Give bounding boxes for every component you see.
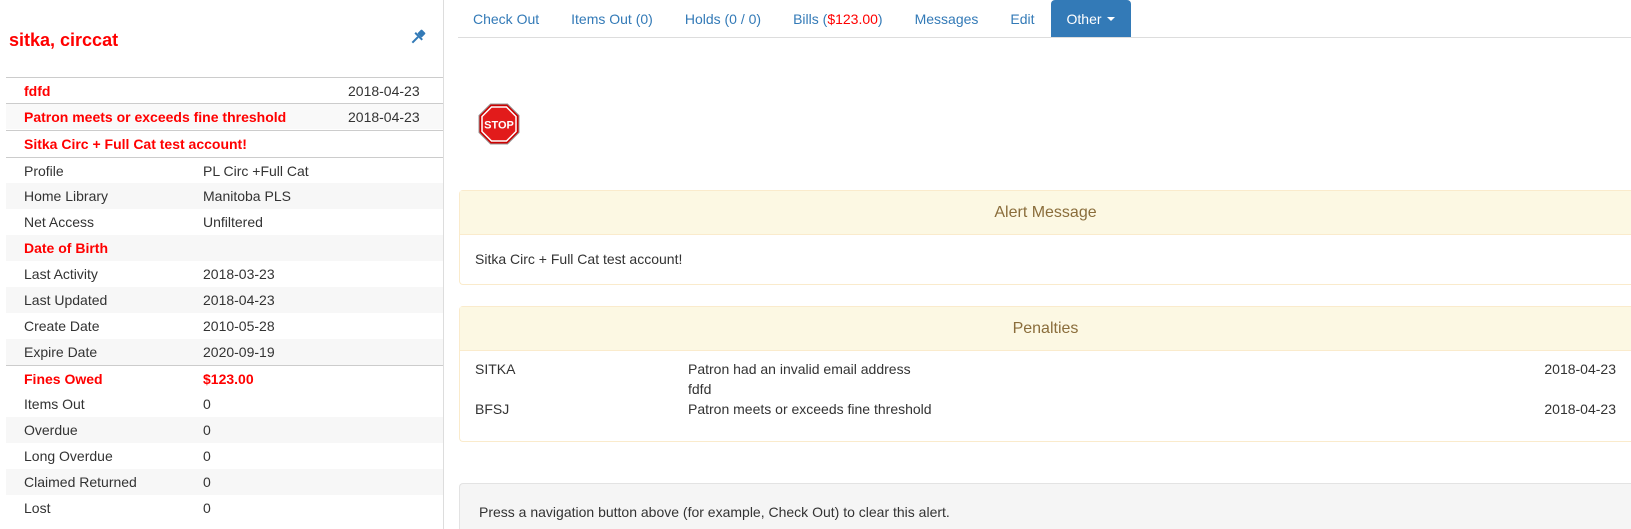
info-value: Manitoba PLS bbox=[203, 188, 291, 204]
info-label: Claimed Returned bbox=[24, 474, 137, 490]
message-label: Patron meets or exceeds fine threshold bbox=[24, 108, 287, 125]
patron-nav-tabs: Check Out Items Out (0) Holds (0 / 0) Bi… bbox=[458, 0, 1631, 38]
patron-info-table: Profile PL Circ +Full Cat Home Library M… bbox=[6, 157, 444, 521]
info-value: 2010-05-28 bbox=[203, 318, 275, 334]
alert-message-panel: Alert Message Sitka Circ + Full Cat test… bbox=[459, 190, 1631, 285]
info-value: 0 bbox=[203, 448, 211, 464]
info-value: $123.00 bbox=[203, 370, 254, 387]
penalty-note: fdfd bbox=[688, 381, 712, 397]
penalty-org: BFSJ bbox=[475, 401, 510, 417]
patron-alert-text: Sitka Circ + Full Cat test account! bbox=[6, 130, 444, 157]
message-date: 2018-04-23 bbox=[348, 82, 420, 99]
patron-page: sitka, circcat fdfd 2018-04-23 Patron me… bbox=[0, 0, 1631, 529]
message-row: Patron meets or exceeds fine threshold 2… bbox=[6, 103, 444, 129]
penalty-row: SITKA Patron had an invalid email addres… bbox=[475, 359, 1616, 379]
info-label: Lost bbox=[24, 500, 51, 516]
info-row-long-overdue: Long Overdue 0 bbox=[6, 443, 444, 469]
info-row-overdue: Overdue 0 bbox=[6, 417, 444, 443]
message-label: fdfd bbox=[24, 82, 51, 99]
patron-summary: sitka, circcat fdfd 2018-04-23 Patron me… bbox=[0, 0, 444, 529]
penalty-row: BFSJ Patron meets or exceeds fine thresh… bbox=[475, 399, 1616, 419]
other-label: Other bbox=[1066, 10, 1102, 27]
clear-alert-notice: Press a navigation button above (for exa… bbox=[459, 483, 1631, 529]
tab-holds[interactable]: Holds (0 / 0) bbox=[669, 0, 777, 37]
info-label: Last Activity bbox=[24, 266, 98, 282]
tab-edit[interactable]: Edit bbox=[994, 0, 1050, 37]
bills-amount: $123.00 bbox=[827, 10, 878, 27]
tab-check-out[interactable]: Check Out bbox=[458, 0, 555, 37]
info-value: 2020-09-19 bbox=[203, 344, 275, 360]
info-label: Last Updated bbox=[24, 292, 108, 308]
tab-bills[interactable]: Bills ($123.00) bbox=[777, 0, 899, 37]
info-label: Items Out bbox=[24, 396, 85, 412]
info-value: 0 bbox=[203, 500, 211, 516]
info-row-home-library: Home Library Manitoba PLS bbox=[6, 183, 444, 209]
message-date: 2018-04-23 bbox=[348, 108, 420, 125]
alert-message-heading: Alert Message bbox=[460, 191, 1631, 235]
pin-icon[interactable] bbox=[408, 27, 428, 47]
tab-other-dropdown[interactable]: Other bbox=[1050, 0, 1131, 37]
info-label: Expire Date bbox=[24, 344, 98, 360]
info-row-claimed-returned: Claimed Returned 0 bbox=[6, 469, 444, 495]
info-label: Long Overdue bbox=[24, 448, 113, 464]
info-row-profile: Profile PL Circ +Full Cat bbox=[6, 157, 444, 183]
info-row-last-activity: Last Activity 2018-03-23 bbox=[6, 261, 444, 287]
penalty-description: Patron meets or exceeds fine threshold bbox=[688, 401, 932, 417]
info-value: Unfiltered bbox=[203, 214, 263, 230]
bills-label: Bills ( bbox=[793, 10, 828, 27]
tab-items-out[interactable]: Items Out (0) bbox=[555, 0, 669, 37]
penalties-list: SITKA Patron had an invalid email addres… bbox=[460, 351, 1631, 427]
column-divider bbox=[443, 0, 444, 529]
info-row-lost: Lost 0 bbox=[6, 495, 444, 521]
info-value: PL Circ +Full Cat bbox=[203, 162, 309, 179]
penalty-org: SITKA bbox=[475, 361, 516, 377]
info-label: Date of Birth bbox=[24, 240, 108, 256]
penalty-description: Patron had an invalid email address bbox=[688, 361, 911, 377]
patron-name: sitka, circcat bbox=[9, 30, 119, 50]
alert-message-body: Sitka Circ + Full Cat test account! bbox=[475, 251, 683, 267]
info-value: 2018-04-23 bbox=[203, 292, 275, 308]
penalties-panel: Penalties SITKA Patron had an invalid em… bbox=[459, 306, 1631, 442]
info-value: 0 bbox=[203, 422, 211, 438]
info-label: Fines Owed bbox=[24, 370, 103, 387]
penalties-heading: Penalties bbox=[460, 307, 1631, 351]
info-label: Home Library bbox=[24, 188, 109, 204]
info-value: 2018-03-23 bbox=[203, 266, 275, 282]
patron-messages: fdfd 2018-04-23 Patron meets or exceeds … bbox=[6, 77, 444, 129]
info-label: Create Date bbox=[24, 318, 100, 334]
info-value: 0 bbox=[203, 396, 211, 412]
info-row-fines-owed: Fines Owed $123.00 bbox=[6, 365, 444, 391]
info-row-create-date: Create Date 2010-05-28 bbox=[6, 313, 444, 339]
info-row-items-out: Items Out 0 bbox=[6, 391, 444, 417]
stop-sign-text: STOP bbox=[484, 120, 514, 132]
bills-suffix: ) bbox=[877, 10, 883, 27]
message-row: fdfd 2018-04-23 bbox=[6, 77, 444, 103]
info-label: Net Access bbox=[24, 214, 95, 230]
info-label: Overdue bbox=[24, 422, 78, 438]
chevron-down-icon bbox=[1106, 16, 1115, 21]
info-label: Profile bbox=[24, 162, 64, 179]
info-row-date-of-birth: Date of Birth bbox=[6, 235, 444, 261]
info-row-expire-date: Expire Date 2020-09-19 bbox=[6, 339, 444, 365]
stop-sign-icon: STOP bbox=[478, 103, 520, 145]
penalty-date: 2018-04-23 bbox=[1544, 401, 1616, 417]
info-value: 0 bbox=[203, 474, 211, 490]
tab-messages[interactable]: Messages bbox=[899, 0, 995, 37]
info-row-net-access: Net Access Unfiltered bbox=[6, 209, 444, 235]
penalty-date: 2018-04-23 bbox=[1544, 361, 1616, 377]
info-row-last-updated: Last Updated 2018-04-23 bbox=[6, 287, 444, 313]
